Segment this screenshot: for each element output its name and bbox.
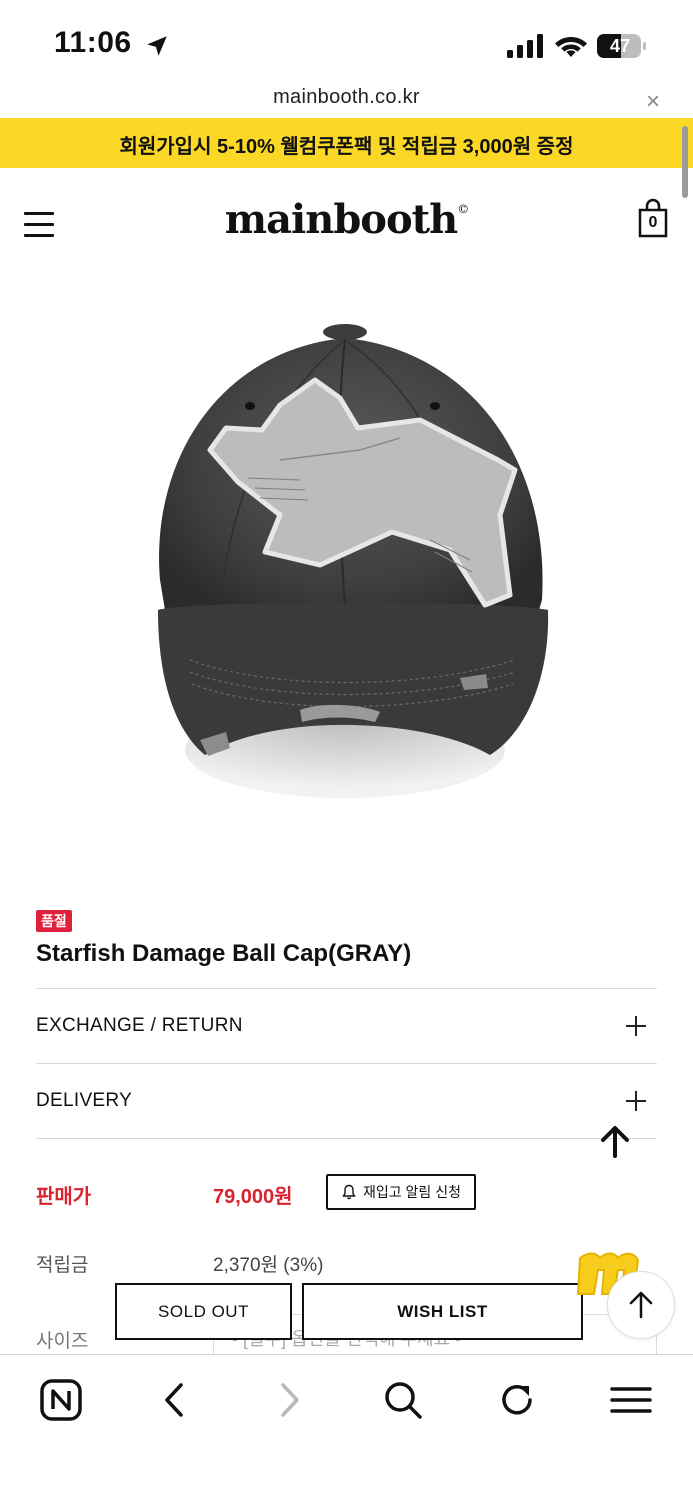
points-value: 2,370원 (3%) <box>213 1255 324 1276</box>
status-bar: 11:06 47 <box>0 0 693 84</box>
promo-banner[interactable]: 회원가입시 5-10% 웰컴쿠폰팩 및 적립금 3,000원 증정 <box>0 118 693 168</box>
location-arrow-icon <box>147 36 167 56</box>
status-time: 11:06 <box>54 26 132 59</box>
size-label: 사이즈 <box>36 1331 89 1352</box>
close-icon[interactable]: × <box>646 88 660 116</box>
accordion-label[interactable]: EXCHANGE / RETURN <box>36 1015 243 1037</box>
logo-mark: © <box>457 202 469 216</box>
plus-icon[interactable] <box>625 1015 647 1037</box>
cellular-signal-icon <box>507 34 543 58</box>
logo-text[interactable]: mainbooth <box>225 196 458 243</box>
battery-level: 47 <box>609 36 631 56</box>
forward-icon[interactable] <box>266 1377 312 1423</box>
cart-count: 0 <box>648 214 658 231</box>
back-icon[interactable] <box>152 1377 198 1423</box>
wifi-icon <box>555 37 587 57</box>
search-icon[interactable] <box>380 1377 426 1423</box>
scroll-to-top-button[interactable] <box>607 1271 675 1339</box>
url-text[interactable]: mainbooth.co.kr <box>0 86 693 109</box>
reload-icon[interactable] <box>494 1377 540 1423</box>
menu-icon[interactable] <box>608 1377 654 1423</box>
product-image[interactable] <box>130 310 570 810</box>
browser-toolbar <box>0 1354 693 1500</box>
restock-alert-button[interactable]: 재입고 알림 신청 <box>326 1174 476 1210</box>
url-bar[interactable]: mainbooth.co.kr × <box>0 84 693 118</box>
price-label: 판매가 <box>36 1186 92 1208</box>
plus-icon[interactable] <box>625 1090 647 1112</box>
promo-text[interactable]: 회원가입시 5-10% 웰컴쿠폰팩 및 적립금 3,000원 증정 <box>0 130 693 159</box>
points-label: 적립금 <box>36 1255 89 1276</box>
site-logo[interactable]: mainbooth© <box>0 196 693 243</box>
restock-label[interactable]: 재입고 알림 신청 <box>363 1182 461 1202</box>
arrow-up-icon <box>629 1291 653 1319</box>
bell-icon <box>342 1184 356 1200</box>
naver-home-icon[interactable] <box>38 1377 84 1423</box>
price-value: 79,000원 <box>213 1186 293 1208</box>
sold-out-button[interactable]: SOLD OUT <box>115 1283 292 1340</box>
arrow-up-icon[interactable] <box>598 1124 632 1158</box>
accordion-label[interactable]: DELIVERY <box>36 1090 132 1112</box>
site-header: mainbooth© 0 <box>0 168 693 278</box>
divider <box>36 1138 657 1139</box>
product-title: Starfish Damage Ball Cap(GRAY) <box>36 940 412 967</box>
accordion-delivery[interactable]: DELIVERY <box>36 1064 657 1138</box>
accordion-exchange-return[interactable]: EXCHANGE / RETURN <box>36 989 657 1063</box>
sold-out-badge: 품절 <box>36 910 72 932</box>
wish-list-button[interactable]: WISH LIST <box>302 1283 583 1340</box>
